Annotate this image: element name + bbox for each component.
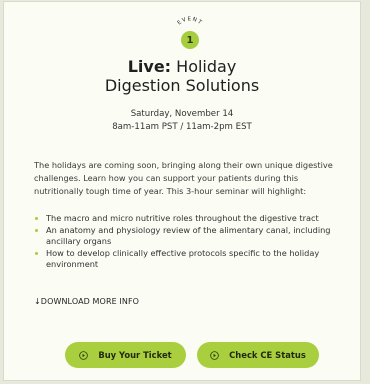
title-rest: Holiday	[176, 57, 237, 76]
event-time: 8am-11am PST / 11am-2pm EST	[112, 122, 252, 132]
list-item-text: The macro and micro nutritive roles thro…	[46, 213, 319, 223]
description-line: challenges. Learn how you can support yo…	[34, 173, 299, 183]
page-margin	[361, 0, 370, 384]
list-item-text: How to develop clinically effective prot…	[46, 248, 320, 258]
list-item-text: An anatomy and physiology review of the …	[46, 225, 331, 235]
event-badge: EVENT 1	[168, 8, 212, 54]
event-arc-label: EVENT	[177, 16, 204, 26]
page-title-line2: Digestion Solutions	[104, 76, 260, 95]
play-circle-icon	[79, 350, 89, 360]
event-description: The holidays are coming soon, bringing a…	[34, 159, 350, 198]
bullet-icon	[35, 252, 38, 255]
list-item-text: ancillary organs	[46, 236, 112, 246]
description-line: nutritionally tough time of year. This 3…	[34, 186, 307, 196]
play-circle-icon	[210, 350, 219, 360]
buy-ticket-button[interactable]: Buy Your Ticket	[65, 342, 186, 368]
svg-text:EVENT: EVENT	[177, 16, 204, 26]
event-card: EVENT 1 Live: Holiday Digestion Solution…	[3, 1, 361, 381]
list-item-text: environment	[46, 259, 99, 269]
page-title: Live: Holiday	[4, 57, 360, 77]
buy-ticket-label: Buy Your Ticket	[98, 350, 172, 360]
download-more-info-link[interactable]: ↓DOWNLOAD MORE INFO	[34, 297, 139, 306]
event-number-badge: 1	[181, 31, 199, 49]
check-ce-status-button[interactable]: Check CE Status	[197, 342, 319, 368]
check-ce-status-label: Check CE Status	[229, 350, 306, 360]
event-date: Saturday, November 14	[130, 109, 234, 119]
bullet-icon	[35, 217, 38, 220]
title-prefix: Live:	[127, 57, 172, 76]
description-line: The holidays are coming soon, bringing a…	[34, 160, 333, 170]
bullet-icon	[35, 229, 38, 232]
